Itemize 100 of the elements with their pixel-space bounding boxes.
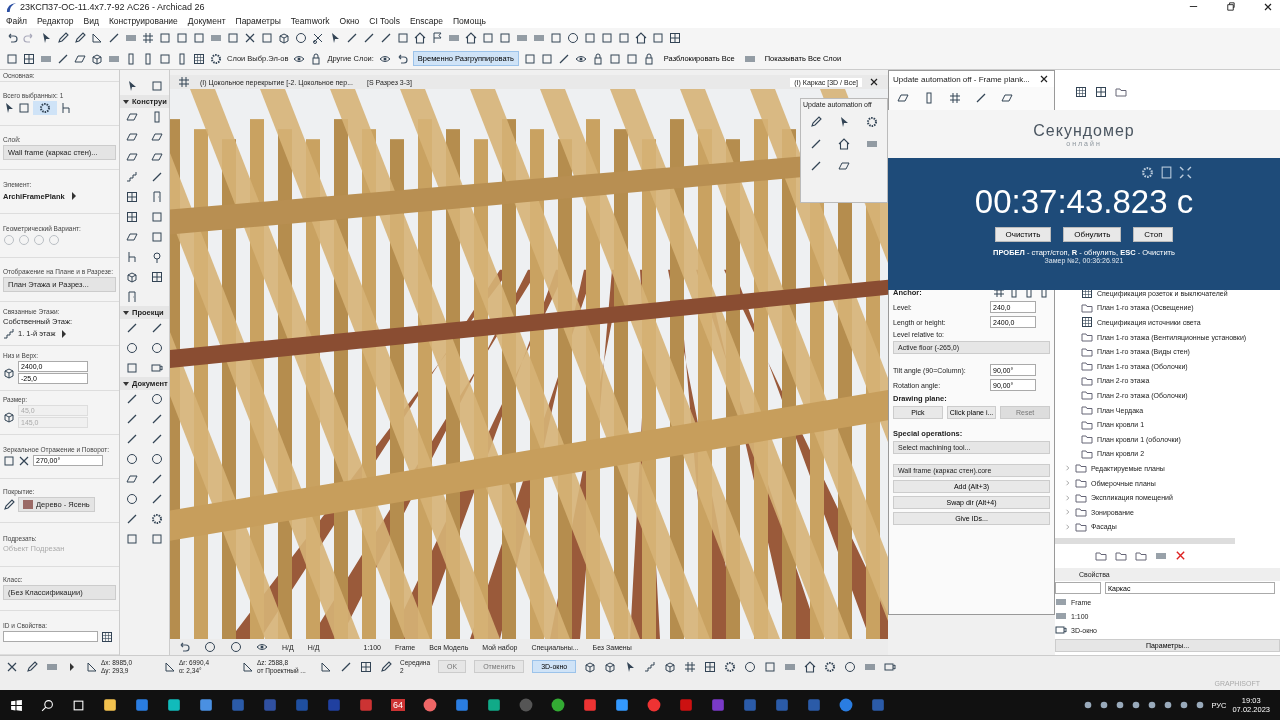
house-icon[interactable] bbox=[414, 32, 426, 45]
square-icon[interactable] bbox=[584, 32, 596, 45]
stopwatch-button[interactable]: Обнулить bbox=[1063, 227, 1122, 242]
app-badge[interactable]: 64 bbox=[391, 699, 405, 711]
circle-icon[interactable] bbox=[126, 493, 139, 505]
app-icon[interactable] bbox=[615, 698, 629, 712]
square-icon[interactable] bbox=[397, 32, 409, 45]
camera-icon[interactable] bbox=[150, 362, 163, 374]
stopwatch-button[interactable]: Очистить bbox=[994, 227, 1052, 242]
square-icon[interactable] bbox=[523, 52, 536, 65]
window-icon[interactable] bbox=[704, 660, 717, 673]
line-icon[interactable] bbox=[126, 413, 139, 425]
window-icon[interactable] bbox=[669, 32, 681, 45]
line-icon[interactable] bbox=[975, 92, 987, 104]
cube-icon[interactable] bbox=[91, 52, 103, 65]
window-icon[interactable] bbox=[126, 211, 139, 223]
square-icon[interactable] bbox=[126, 533, 139, 545]
pencil-icon[interactable] bbox=[74, 32, 86, 45]
lamp-icon[interactable] bbox=[150, 251, 163, 263]
undo-icon[interactable] bbox=[6, 32, 18, 45]
square-icon[interactable] bbox=[482, 32, 494, 45]
menu-item[interactable]: CI Tools bbox=[369, 16, 400, 26]
grid-icon[interactable] bbox=[178, 76, 190, 88]
app-icon[interactable] bbox=[647, 698, 661, 712]
search-icon[interactable] bbox=[41, 698, 54, 712]
gear-icon[interactable] bbox=[150, 513, 163, 525]
square-icon[interactable] bbox=[159, 32, 171, 45]
line-icon[interactable] bbox=[810, 138, 822, 150]
line-icon[interactable] bbox=[380, 32, 392, 45]
line-icon[interactable] bbox=[150, 493, 163, 505]
square-icon[interactable] bbox=[150, 533, 163, 545]
close-icon[interactable] bbox=[868, 76, 880, 88]
flag-icon[interactable] bbox=[431, 32, 443, 45]
menu-item[interactable]: Файл bbox=[6, 16, 27, 26]
square-icon[interactable] bbox=[618, 32, 630, 45]
circle-icon[interactable] bbox=[230, 641, 242, 653]
square-icon[interactable] bbox=[150, 80, 163, 92]
line-icon[interactable] bbox=[108, 32, 120, 45]
line-icon[interactable] bbox=[126, 322, 139, 334]
cube-icon[interactable] bbox=[664, 660, 677, 673]
app-icon[interactable] bbox=[167, 698, 181, 712]
wall-icon[interactable] bbox=[126, 473, 139, 485]
tray-icon[interactable] bbox=[1179, 700, 1190, 710]
table-icon[interactable] bbox=[101, 630, 113, 643]
circle-icon[interactable] bbox=[567, 32, 579, 45]
square-icon[interactable] bbox=[176, 32, 188, 45]
wall-icon[interactable] bbox=[126, 231, 139, 243]
square-icon[interactable] bbox=[150, 211, 163, 223]
app-icon[interactable] bbox=[487, 698, 501, 712]
wall-icon[interactable] bbox=[126, 151, 139, 163]
undo-icon[interactable] bbox=[178, 641, 190, 653]
line-icon[interactable] bbox=[150, 171, 163, 183]
window-icon[interactable] bbox=[126, 191, 139, 203]
wall-icon[interactable] bbox=[150, 131, 163, 143]
column-icon[interactable] bbox=[125, 52, 137, 65]
circle-icon[interactable] bbox=[126, 453, 139, 465]
circle-icon[interactable] bbox=[204, 641, 216, 653]
line-icon[interactable] bbox=[340, 660, 352, 673]
square-icon[interactable] bbox=[540, 52, 553, 65]
app-icon[interactable] bbox=[583, 698, 597, 712]
window-icon[interactable] bbox=[1095, 86, 1107, 98]
close-icon[interactable] bbox=[1038, 73, 1050, 85]
square-icon[interactable] bbox=[261, 32, 273, 45]
menu-item[interactable]: Редактор bbox=[36, 16, 74, 26]
id-field[interactable] bbox=[3, 631, 98, 643]
square-icon[interactable] bbox=[652, 32, 664, 45]
line-icon[interactable] bbox=[150, 473, 163, 485]
wall-icon[interactable] bbox=[1001, 92, 1013, 104]
square-icon[interactable] bbox=[150, 231, 163, 243]
tray-icon[interactable] bbox=[1115, 700, 1126, 710]
folder-icon[interactable] bbox=[1115, 86, 1127, 98]
wall-icon[interactable] bbox=[150, 151, 163, 163]
app-icon[interactable] bbox=[455, 698, 469, 712]
app-icon[interactable] bbox=[135, 698, 149, 712]
fullscreen-icon[interactable] bbox=[1179, 166, 1192, 179]
line-icon[interactable] bbox=[150, 413, 163, 425]
column-icon[interactable] bbox=[176, 52, 188, 65]
app-icon[interactable] bbox=[423, 698, 437, 712]
wall-icon[interactable] bbox=[126, 111, 139, 123]
circle-icon[interactable] bbox=[744, 660, 757, 673]
line-icon[interactable] bbox=[126, 433, 139, 445]
folder-icon[interactable] bbox=[1115, 550, 1127, 563]
tray-icon[interactable] bbox=[1099, 700, 1110, 710]
circle-icon[interactable] bbox=[150, 393, 163, 405]
house-icon[interactable] bbox=[635, 32, 647, 45]
circle-icon[interactable] bbox=[295, 32, 307, 45]
tray-icon[interactable] bbox=[1131, 700, 1142, 710]
app-icon[interactable] bbox=[551, 698, 565, 712]
line-icon[interactable] bbox=[363, 32, 375, 45]
menu-item[interactable]: Конструирование bbox=[108, 16, 178, 26]
lock-icon[interactable] bbox=[642, 52, 655, 65]
app-icon[interactable] bbox=[839, 698, 853, 712]
gear-icon[interactable] bbox=[210, 52, 222, 65]
ruler-icon[interactable] bbox=[91, 32, 103, 45]
restore-icon[interactable] bbox=[1225, 1, 1236, 12]
pencil-icon[interactable] bbox=[26, 660, 38, 673]
house-icon[interactable] bbox=[465, 32, 477, 45]
line-icon[interactable] bbox=[557, 52, 570, 65]
camera-icon[interactable] bbox=[884, 660, 897, 673]
stopwatch-button[interactable]: Стоп bbox=[1133, 227, 1174, 242]
